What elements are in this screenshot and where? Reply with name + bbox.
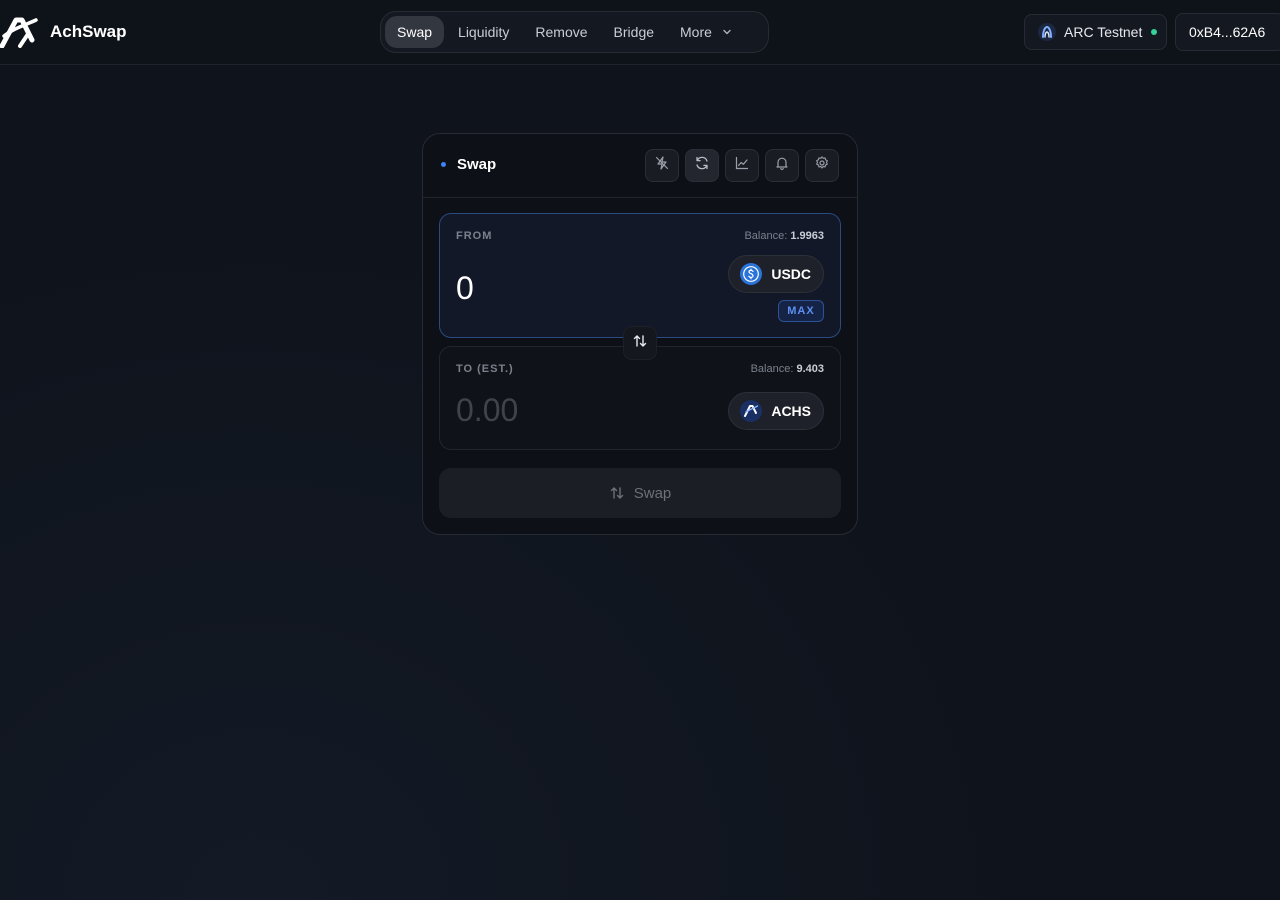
nav-item-swap[interactable]: Swap (385, 16, 445, 48)
max-button[interactable]: MAX (778, 300, 824, 322)
nav-item-label: Swap (397, 24, 433, 40)
title-bullet (441, 162, 446, 167)
to-balance: Balance: 9.403 (751, 363, 824, 375)
settings-button[interactable] (805, 149, 839, 182)
to-balance-value: 9.403 (796, 363, 824, 375)
swap-submit-button[interactable]: Swap (439, 468, 841, 518)
from-panel: FROM Balance: 1.9963 0 USDC MAX (439, 213, 841, 338)
nav-item-label: More (680, 24, 712, 40)
achswap-logo-icon (0, 14, 40, 50)
chevron-down-icon (722, 27, 732, 37)
wallet-address: 0xB4...62A6 (1189, 24, 1266, 40)
nav-item-label: Remove (535, 24, 588, 40)
swap-card: Swap FROM Balance: 1.9963 0 USDC MAX TO … (422, 133, 858, 535)
to-panel: TO (EST.) Balance: 9.403 0.00 ACHS (439, 346, 841, 450)
swap-arrows-icon (632, 333, 648, 354)
from-token-symbol: USDC (771, 266, 811, 282)
chart-icon (734, 155, 750, 176)
nav-item-label: Liquidity (458, 24, 510, 40)
to-label: TO (EST.) (456, 363, 514, 375)
nav-item-remove[interactable]: Remove (523, 16, 599, 48)
alerts-button[interactable] (765, 149, 799, 182)
from-balance-value: 1.9963 (790, 230, 824, 242)
bell-icon (774, 155, 790, 176)
from-token-selector[interactable]: USDC (728, 255, 824, 293)
network-label: ARC Testnet (1064, 24, 1143, 40)
nav-item-more[interactable]: More (668, 16, 744, 48)
achs-token-icon (740, 400, 763, 422)
gear-icon (814, 155, 830, 176)
swap-submit-label: Swap (633, 484, 672, 502)
to-balance-label: Balance: (750, 363, 794, 375)
wallet-address-button[interactable]: 0xB4...62A6 (1175, 13, 1280, 51)
swap-card-header: Swap (423, 134, 857, 198)
no-flash-button[interactable] (645, 149, 679, 182)
refresh-button[interactable] (685, 149, 719, 182)
nav-item-bridge[interactable]: Bridge (602, 16, 666, 48)
chart-button[interactable] (725, 149, 759, 182)
brand[interactable]: AchSwap (0, 14, 127, 50)
from-balance: Balance: 1.9963 (744, 230, 824, 242)
top-bar: AchSwap Swap Liquidity Remove Bridge Mor… (0, 0, 1280, 65)
nav-item-label: Bridge (613, 24, 655, 40)
to-token-selector[interactable]: ACHS (728, 392, 824, 430)
to-token-symbol: ACHS (771, 403, 811, 419)
refresh-icon (694, 155, 710, 176)
arc-network-icon (1038, 23, 1056, 41)
to-amount-output: 0.00 (456, 392, 519, 428)
network-selector[interactable]: ARC Testnet (1024, 14, 1167, 50)
main-nav: Swap Liquidity Remove Bridge More (380, 11, 769, 53)
flip-tokens-button[interactable] (623, 326, 657, 360)
swap-card-title: Swap (441, 156, 496, 173)
from-balance-label: Balance: (744, 230, 788, 242)
swap-arrows-icon (609, 485, 625, 501)
brand-name: AchSwap (50, 22, 127, 41)
swap-card-title-text: Swap (457, 156, 497, 173)
swap-toolbar (645, 149, 845, 182)
no-flash-icon (654, 155, 670, 176)
from-amount-input[interactable]: 0 (456, 270, 474, 307)
nav-item-liquidity[interactable]: Liquidity (446, 16, 521, 48)
from-label: FROM (456, 230, 493, 242)
network-status-dot (1151, 29, 1158, 35)
usdc-token-icon (740, 263, 763, 285)
